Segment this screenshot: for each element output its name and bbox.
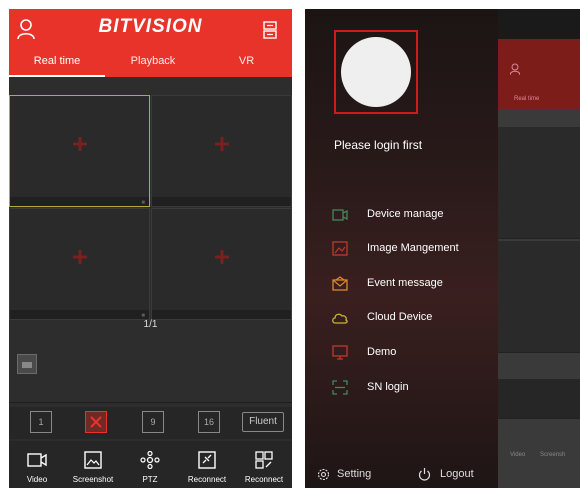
- video-grid: ■ ■: [9, 95, 292, 321]
- device-icon: [332, 209, 348, 221]
- cell-caption: ■: [10, 197, 149, 206]
- drawer-screen: Real time Video Screensh Please login fi…: [305, 9, 580, 488]
- menu-label: Cloud Device: [367, 311, 433, 323]
- screenshot-button[interactable]: Screenshot: [65, 441, 121, 488]
- split-9-button[interactable]: 9: [142, 411, 164, 433]
- video-cell[interactable]: ■: [9, 208, 150, 320]
- reconnect-all-button[interactable]: Reconnect: [236, 441, 292, 488]
- snapshot-thumbnail[interactable]: [17, 354, 37, 374]
- video-cell[interactable]: ■: [9, 95, 150, 207]
- avatar[interactable]: [341, 37, 411, 107]
- ptz-icon: [140, 451, 160, 469]
- split-1-button[interactable]: 1: [30, 411, 52, 433]
- tab-bar: Real time Playback VR: [9, 53, 292, 77]
- sn-icon: [332, 380, 348, 395]
- background-header: Real time: [498, 39, 580, 109]
- split-bar: 1 9 16 Fluent: [9, 407, 292, 439]
- split-4-button[interactable]: [85, 411, 107, 433]
- split-16-button[interactable]: 16: [198, 411, 220, 433]
- brand-logo: BITVISION: [98, 16, 203, 37]
- demo-icon: [332, 345, 348, 360]
- background-video-label: Video: [510, 452, 526, 458]
- background-screenshot-label: Screensh: [540, 452, 566, 458]
- no-signal-icon: [214, 137, 229, 152]
- login-prompt[interactable]: Please login first: [334, 138, 422, 152]
- side-drawer: Please login first Device manage Image M…: [305, 9, 498, 488]
- background-cell: [498, 127, 580, 239]
- reconnect-button[interactable]: Reconnect: [179, 441, 235, 488]
- device-list-icon[interactable]: [263, 21, 277, 39]
- ptz-label: PTZ: [142, 475, 158, 484]
- menu-label: Demo: [367, 346, 397, 358]
- app-header: BITVISION Real time Playback VR: [9, 9, 292, 77]
- cell-caption: ■: [10, 310, 149, 319]
- no-signal-icon: [72, 250, 87, 265]
- no-signal-icon: [72, 137, 87, 152]
- logout-label: Logout: [440, 468, 474, 480]
- tab-real-time[interactable]: Real time: [9, 53, 105, 77]
- reconnect-all-label: Reconnect: [244, 475, 284, 484]
- video-icon: [27, 453, 47, 467]
- video-label: Video: [26, 475, 48, 484]
- ptz-button[interactable]: PTZ: [122, 441, 178, 488]
- page-indicator: 1/1: [143, 319, 158, 330]
- setting-label: Setting: [337, 468, 372, 480]
- bottom-toolbar: Video Screenshot PTZ Reconnect Reconnect: [9, 441, 292, 488]
- event-icon: [332, 276, 348, 291]
- background-tab: Real time: [514, 96, 540, 102]
- power-icon: [418, 468, 431, 481]
- reconnect-icon: [198, 451, 216, 469]
- video-cell[interactable]: [151, 208, 292, 320]
- cell-caption: [152, 197, 291, 206]
- background-splitbar: [498, 379, 580, 419]
- live-view-screen: BITVISION Real time Playback VR ■ ■ 1/1 …: [9, 9, 292, 488]
- menu-label: Event message: [367, 277, 443, 289]
- reconnect-all-icon: [255, 451, 273, 469]
- background-cell: [498, 241, 580, 353]
- tab-vr[interactable]: VR: [201, 53, 292, 77]
- divider: [9, 402, 292, 403]
- avatar-frame[interactable]: [334, 30, 418, 114]
- quality-button[interactable]: Fluent: [242, 412, 284, 432]
- menu-label: SN login: [367, 381, 409, 393]
- tab-playback[interactable]: Playback: [105, 53, 201, 77]
- video-cell[interactable]: [151, 95, 292, 207]
- gear-icon: [317, 468, 330, 481]
- cloud-icon: [332, 313, 348, 324]
- menu-label: Device manage: [367, 208, 444, 220]
- user-icon: [510, 63, 520, 75]
- video-button[interactable]: Video: [9, 441, 65, 488]
- background-live-view[interactable]: Real time Video Screensh: [498, 39, 580, 488]
- image-icon: [332, 241, 348, 256]
- menu-label: Image Mangement: [367, 242, 459, 254]
- split-4-icon: [90, 416, 102, 428]
- screenshot-label: Screenshot: [72, 475, 114, 484]
- no-signal-icon: [214, 250, 229, 265]
- screenshot-icon: [84, 451, 102, 469]
- reconnect-label: Reconnect: [187, 475, 227, 484]
- cell-caption: [152, 310, 291, 319]
